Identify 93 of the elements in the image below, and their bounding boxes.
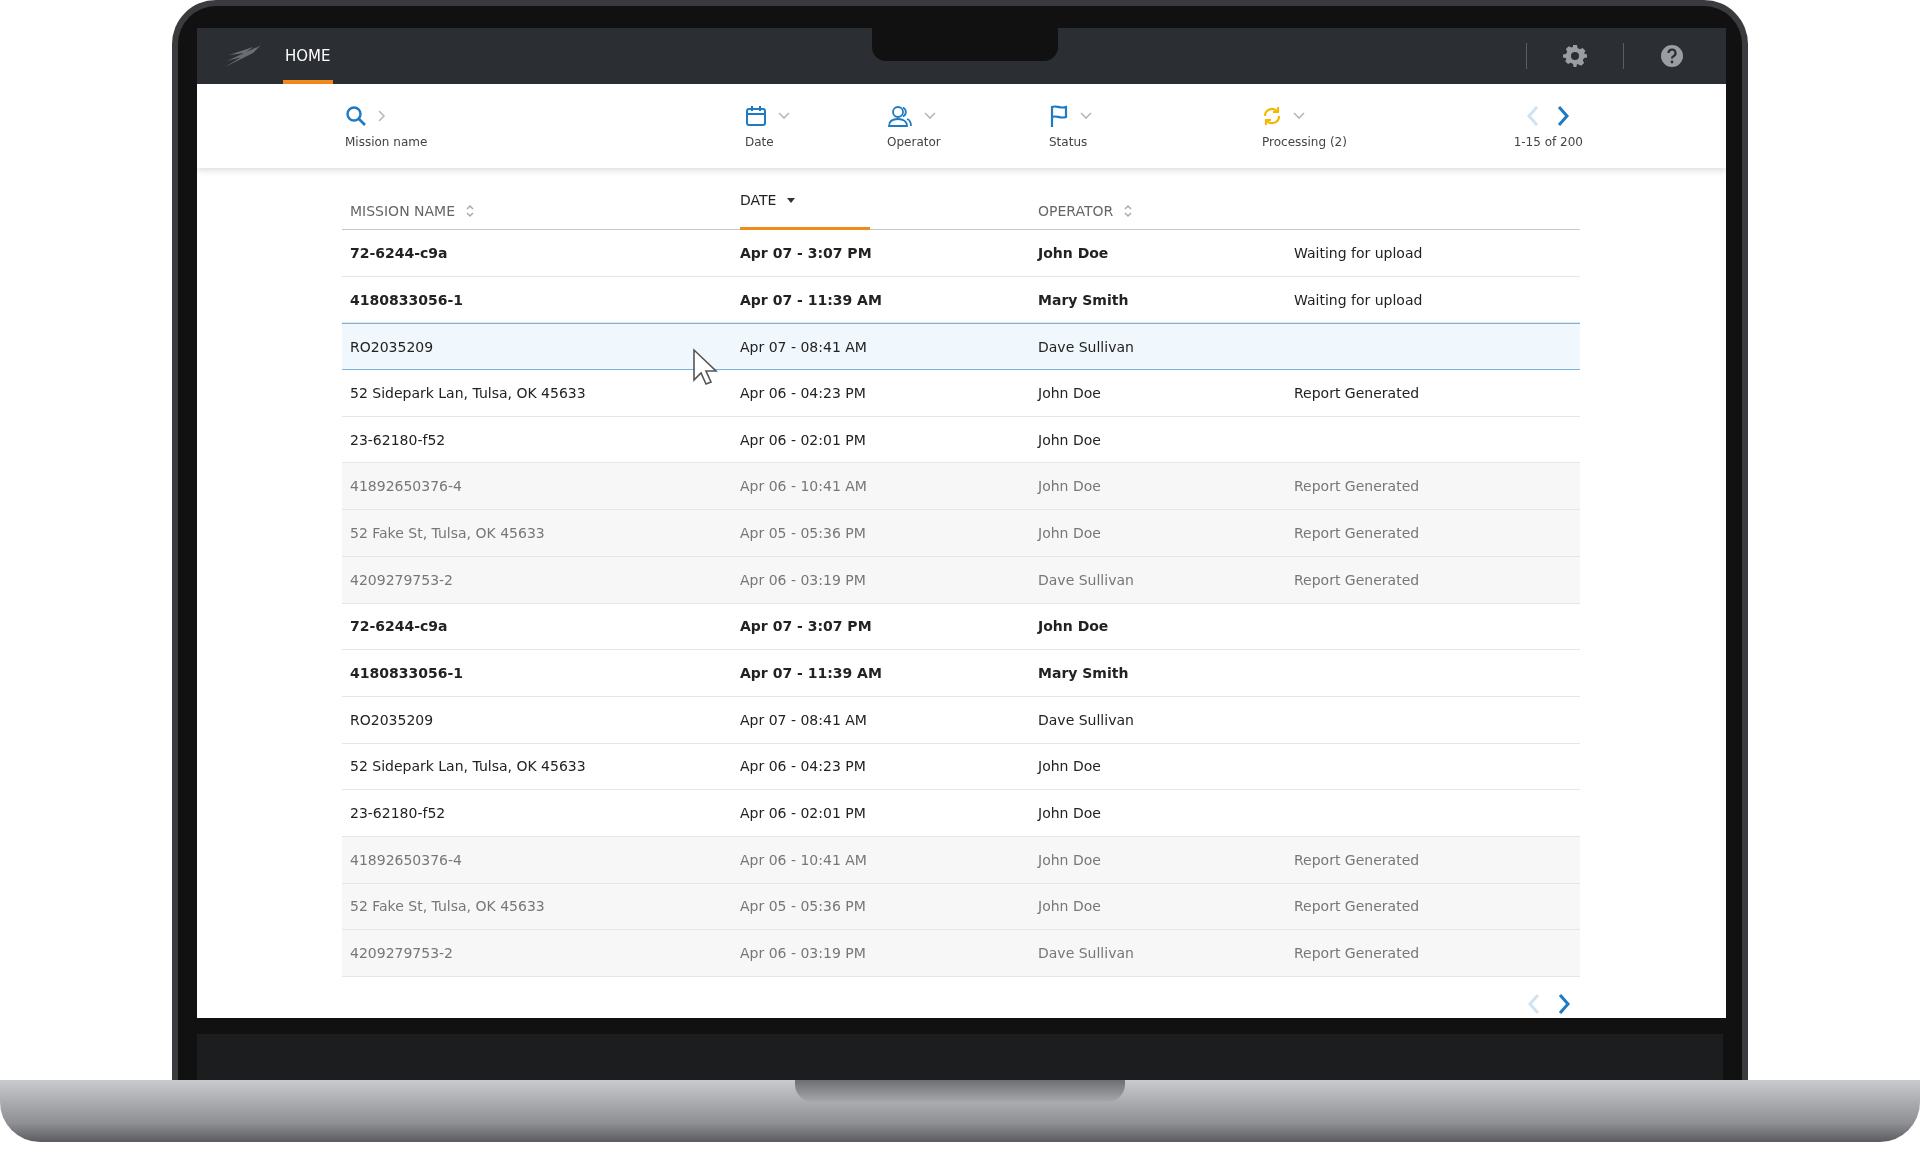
date-cell-text: Apr 07 - 3:07 PM: [740, 618, 873, 635]
table-row[interactable]: 52 Fake St, Tulsa, OK 45633 Apr 05 - 05:36 PM John Doe Report Generated: [342, 883, 1580, 931]
mission-name-cell-text: 4209279753-2: [349, 945, 455, 962]
operator-cell-text: John Doe: [1038, 851, 1102, 868]
status-cell-text: Report Generated: [1294, 571, 1421, 588]
search-icon[interactable]: [345, 105, 367, 127]
status-cell-text: Report Generated: [1294, 851, 1421, 868]
sort-down-icon: [786, 198, 797, 204]
calendar-icon[interactable]: [745, 105, 767, 127]
mission-name-cell-text: 52 Fake St, Tulsa, OK 45633: [349, 898, 546, 915]
table-row[interactable]: RO2035209 Apr 07 - 08:41 AM Dave Sullivan: [342, 696, 1580, 744]
column-header[interactable]: OPERATOR: [1038, 192, 1294, 230]
date-cell-text: Apr 06 - 04:23 PM: [740, 758, 867, 775]
operator-cell-text: Mary Smith: [1038, 291, 1130, 308]
mission-name-cell-text: 23-62180-f52: [349, 805, 447, 822]
table-row[interactable]: 4209279753-2 Apr 06 - 03:19 PM Dave Sullivan Report Generated: [342, 556, 1580, 604]
filter-label: Status: [1049, 135, 1089, 149]
home-tab[interactable]: HOME: [283, 28, 333, 84]
date-cell-text: Apr 07 - 11:39 AM: [740, 665, 883, 682]
table-row[interactable]: 4180833056-1 Apr 07 - 11:39 AM Mary Smith: [342, 650, 1580, 697]
operator-cell-text: John Doe: [1038, 244, 1110, 261]
status-cell-text: Report Generated: [1294, 524, 1421, 541]
table-row[interactable]: 41892650376-4 Apr 06 - 10:41 AM John Doe Report Generated: [342, 463, 1580, 511]
mission-name-cell-text: 4180833056-1: [349, 291, 464, 308]
table-row[interactable]: 4209279753-2 Apr 06 - 03:19 PM Dave Sullivan Report Generated: [342, 930, 1580, 977]
date-cell-text: Apr 06 - 03:19 PM: [740, 571, 867, 588]
table-row[interactable]: 72-6244-c9a Apr 07 - 3:07 PM John Doe Waiting for upload: [342, 230, 1580, 277]
chevron-right-icon: [377, 109, 387, 123]
sort-icon: [1123, 204, 1134, 218]
table-row[interactable]: 52 Sidepark Lan, Tulsa, OK 45633 Apr 06 - 04:23 PM John Doe: [342, 743, 1580, 791]
operator-cell-text: John Doe: [1038, 805, 1102, 822]
date-cell-text: Apr 06 - 10:41 AM: [740, 851, 868, 868]
column-header[interactable]: DATE: [740, 192, 870, 230]
mission-name-cell-text: RO2035209: [349, 338, 435, 355]
operator-cell-text: John Doe: [1038, 618, 1110, 635]
mission-name-cell-text: 52 Sidepark Lan, Tulsa, OK 45633: [349, 384, 587, 401]
operator-cell-text: Mary Smith: [1038, 665, 1130, 682]
status-cell-text: Report Generated: [1294, 898, 1421, 915]
date-cell-text: Apr 06 - 03:19 PM: [740, 945, 867, 962]
next-page-icon[interactable]: [1555, 105, 1572, 127]
column-header[interactable]: MISSION NAME: [342, 192, 740, 230]
mission-name-cell-text: 72-6244-c9a: [349, 618, 449, 635]
operator-cell-text: Dave Sullivan: [1038, 945, 1135, 962]
users-icon[interactable]: [887, 105, 913, 127]
mouse-pointer-icon: [692, 348, 718, 387]
date-cell-text: Apr 07 - 08:41 AM: [740, 711, 868, 728]
operator-cell-text: John Doe: [1038, 431, 1102, 448]
mission-name-cell-text: RO2035209: [349, 711, 435, 728]
date-cell-text: Apr 07 - 3:07 PM: [740, 244, 873, 261]
status-cell-text: Report Generated: [1294, 384, 1421, 401]
date-cell-text: Apr 07 - 11:39 AM: [740, 291, 883, 308]
operator-cell-text: John Doe: [1038, 524, 1102, 541]
filter-label: Mission name: [345, 135, 429, 149]
mission-name-cell-text: 23-62180-f52: [349, 431, 447, 448]
help-icon[interactable]: [1660, 44, 1684, 68]
date-cell-text: Apr 06 - 04:23 PM: [740, 384, 867, 401]
status-cell-text: Report Generated: [1294, 945, 1421, 962]
mission-name-cell-text: 41892650376-4: [349, 478, 463, 495]
settings-icon[interactable]: [1563, 44, 1587, 68]
table-row[interactable]: 72-6244-c9a Apr 07 - 3:07 PM John Doe: [342, 603, 1580, 651]
mission-name-cell-text: 72-6244-c9a: [349, 244, 449, 261]
page-range: 1-15 of 200: [1513, 135, 1583, 149]
date-cell-text: Apr 07 - 08:41 AM: [740, 338, 868, 355]
mission-name-cell-text: 4180833056-1: [349, 665, 464, 682]
mission-name-cell-text: 41892650376-4: [349, 851, 463, 868]
next-page-icon[interactable]: [1556, 993, 1572, 1015]
operator-cell-text: Dave Sullivan: [1038, 571, 1135, 588]
operator-cell-text: John Doe: [1038, 898, 1102, 915]
table-row[interactable]: 23-62180-f52 Apr 06 - 02:01 PM John Doe: [342, 790, 1580, 837]
table-row[interactable]: 41892650376-4 Apr 06 - 10:41 AM John Doe Report Generated: [342, 836, 1580, 884]
date-cell-text: Apr 05 - 05:36 PM: [740, 898, 867, 915]
mission-name-cell-text: 4209279753-2: [349, 571, 455, 588]
date-cell-text: Apr 06 - 02:01 PM: [740, 805, 867, 822]
flag-icon[interactable]: [1049, 104, 1069, 128]
date-cell-text: Apr 06 - 10:41 AM: [740, 478, 868, 495]
filter-label: Date: [745, 135, 775, 149]
date-cell-text: Apr 06 - 02:01 PM: [740, 431, 867, 448]
operator-cell-text: John Doe: [1038, 758, 1102, 775]
operator-cell-text: Dave Sullivan: [1038, 711, 1135, 728]
filter-label: Operator: [887, 135, 942, 149]
mission-name-cell-text: 52 Sidepark Lan, Tulsa, OK 45633: [349, 758, 587, 775]
status-cell-text: Report Generated: [1294, 478, 1421, 495]
sort-icon: [465, 204, 476, 218]
operator-cell-text: Dave Sullivan: [1038, 338, 1135, 355]
status-cell-text: Waiting for upload: [1294, 244, 1424, 261]
mission-name-cell-text: 52 Fake St, Tulsa, OK 45633: [349, 524, 546, 541]
filter-label: Processing (2): [1262, 135, 1348, 149]
table-row[interactable]: 52 Fake St, Tulsa, OK 45633 Apr 05 - 05:36 PM John Doe Report Generated: [342, 510, 1580, 557]
operator-cell-text: John Doe: [1038, 478, 1102, 495]
status-cell-text: Waiting for upload: [1294, 291, 1424, 308]
table-row[interactable]: 52 Sidepark Lan, Tulsa, OK 45633 Apr 06 - 04:23 PM John Doe Report Generated: [342, 370, 1580, 417]
operator-cell-text: John Doe: [1038, 384, 1102, 401]
date-cell-text: Apr 05 - 05:36 PM: [740, 524, 867, 541]
